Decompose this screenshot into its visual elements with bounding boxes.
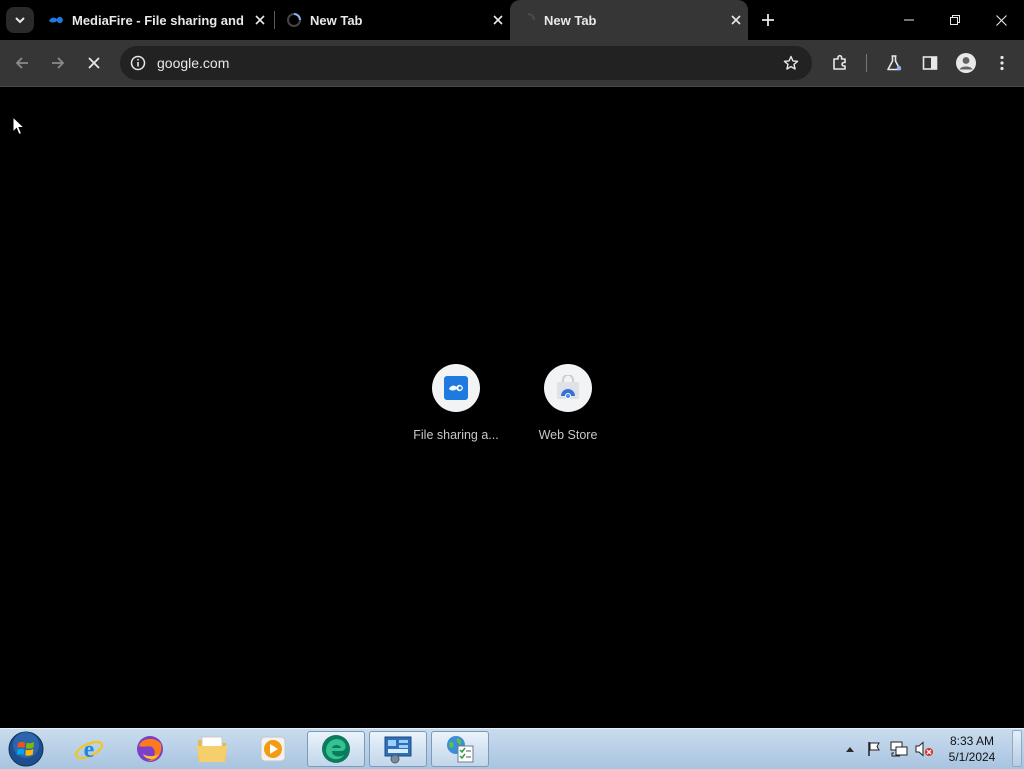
- tab-close-button[interactable]: [486, 8, 510, 32]
- profile-button[interactable]: [950, 47, 982, 79]
- close-icon: [995, 14, 1007, 26]
- browser-toolbar: google.com: [0, 40, 1024, 87]
- side-panel-button[interactable]: [914, 47, 946, 79]
- address-text[interactable]: google.com: [157, 55, 776, 71]
- volume-button[interactable]: [912, 729, 936, 769]
- windows-taskbar: e 8:33 AM 5/1/2024: [0, 728, 1024, 769]
- shortcut-label: Web Store: [538, 428, 598, 442]
- windows-orb-icon: [8, 731, 44, 767]
- taskbar-edge-browser[interactable]: [307, 731, 365, 767]
- tab-new-tab-active[interactable]: New Tab: [510, 0, 748, 40]
- taskbar-media-player[interactable]: [244, 731, 302, 767]
- mediafire-icon: [49, 16, 63, 24]
- avatar-icon: [956, 53, 976, 73]
- close-icon: [88, 57, 100, 69]
- shortcut-file-sharing[interactable]: File sharing a...: [400, 364, 512, 442]
- close-window-button[interactable]: [978, 0, 1024, 40]
- tab-title: New Tab: [544, 12, 597, 28]
- flag-icon: [868, 742, 880, 756]
- tab-separator: [274, 11, 275, 29]
- close-icon: [255, 15, 265, 25]
- shortcut-icon-circle: [544, 364, 592, 412]
- tab-strip: MediaFire - File sharing and storage mad…: [0, 0, 1024, 40]
- taskbar-control-panel[interactable]: [369, 731, 427, 767]
- puzzle-icon: [833, 54, 846, 70]
- bookmark-star-button[interactable]: [776, 48, 806, 78]
- mouse-pointer-icon: [12, 116, 26, 136]
- network-button[interactable]: [888, 729, 910, 769]
- tab-search-button[interactable]: [6, 7, 34, 33]
- new-tab-button[interactable]: [756, 8, 780, 32]
- taskbar-file-explorer[interactable]: [183, 731, 241, 767]
- clock-time: 8:33 AM: [949, 734, 995, 748]
- tab-title: MediaFire - File sharing and storage mad…: [72, 12, 248, 28]
- svg-text:e: e: [84, 737, 95, 763]
- plus-icon: [762, 14, 774, 26]
- menu-button[interactable]: [986, 47, 1018, 79]
- stop-loading-button[interactable]: [78, 47, 110, 79]
- side-panel-icon: [922, 56, 938, 70]
- show-desktop-button[interactable]: [1012, 730, 1022, 767]
- tab-close-button[interactable]: [724, 8, 748, 32]
- taskbar-firefox[interactable]: [121, 731, 179, 767]
- forward-button[interactable]: [42, 47, 74, 79]
- arrow-right-icon: [52, 57, 65, 69]
- firefox-icon: [137, 736, 163, 762]
- tab-mediafire[interactable]: MediaFire - File sharing and storage mad…: [40, 0, 272, 40]
- system-clock[interactable]: 8:33 AM 5/1/2024: [940, 733, 1004, 765]
- flask-icon: [887, 55, 902, 71]
- tab-close-button[interactable]: [248, 8, 272, 32]
- taskbar-network-tasks[interactable]: [431, 731, 489, 767]
- taskbar-internet-explorer[interactable]: e: [60, 731, 118, 767]
- network-icon: [890, 741, 908, 757]
- star-icon: [783, 55, 799, 70]
- tab-title: New Tab: [310, 12, 363, 28]
- chevron-up-icon: [846, 747, 854, 752]
- address-bar[interactable]: google.com: [120, 46, 812, 80]
- toolbar-separator: [866, 54, 867, 72]
- close-icon: [493, 15, 503, 25]
- edge-browser-icon: [322, 735, 350, 763]
- minimize-icon: [904, 19, 914, 21]
- loading-spinner-icon: [286, 13, 301, 28]
- clock-date: 5/1/2024: [948, 750, 996, 764]
- shortcut-web-store[interactable]: Web Store: [512, 364, 624, 442]
- media-player-icon: [260, 736, 286, 762]
- back-button[interactable]: [6, 47, 38, 79]
- info-icon: [130, 55, 146, 71]
- close-icon: [731, 15, 741, 25]
- more-vertical-icon: [1000, 55, 1004, 71]
- speaker-muted-icon: [915, 741, 933, 757]
- restore-icon: [950, 15, 960, 25]
- site-info-button[interactable]: [123, 48, 153, 78]
- folder-icon: [197, 736, 227, 762]
- web-store-icon: [557, 375, 579, 399]
- action-center-button[interactable]: [864, 729, 884, 769]
- chevron-down-icon: [15, 17, 25, 24]
- arrow-left-icon: [15, 57, 28, 69]
- shortcut-icon-circle: [432, 364, 480, 412]
- mediafire-icon: [444, 376, 468, 400]
- minimize-button[interactable]: [886, 0, 932, 40]
- show-hidden-icons-button[interactable]: [842, 729, 858, 769]
- control-panel-icon: [384, 736, 412, 764]
- globe-checklist-icon: [447, 736, 474, 763]
- restore-button[interactable]: [932, 0, 978, 40]
- extensions-button[interactable]: [824, 47, 856, 79]
- new-tab-page: File sharing a... Web Store: [0, 87, 1024, 728]
- internet-explorer-icon: e: [74, 737, 104, 763]
- shortcut-label: File sharing a...: [413, 428, 499, 442]
- loading-spinner-icon: [527, 13, 535, 21]
- tab-new-tab[interactable]: New Tab: [278, 0, 510, 40]
- start-button[interactable]: [6, 730, 46, 768]
- chrome-labs-button[interactable]: [878, 47, 910, 79]
